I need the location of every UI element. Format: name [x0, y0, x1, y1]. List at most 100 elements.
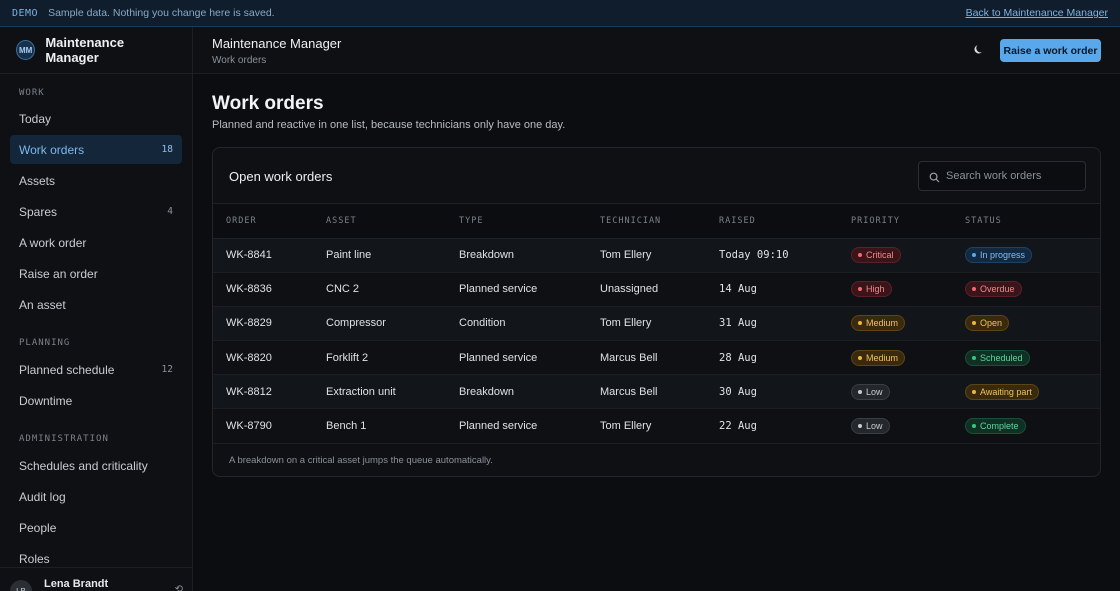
asset-cell: Paint line: [313, 238, 446, 273]
column-header-technician[interactable]: TECHNICIAN: [587, 204, 706, 239]
table-row[interactable]: WK-8836 CNC 2 Planned service Unassigned…: [213, 272, 1100, 307]
priority-cell: Medium: [838, 340, 952, 376]
sidebar-item-a-work-order[interactable]: A work order: [10, 228, 182, 257]
status-label: Awaiting part: [980, 386, 1032, 397]
type-cell: Breakdown: [446, 238, 587, 273]
table-header-row: ORDER ASSET TYPE TECHNICIAN RAISED PRIOR…: [213, 204, 1100, 239]
brand[interactable]: MM Maintenance Manager: [0, 27, 192, 74]
status-dot: [972, 389, 976, 394]
order-id[interactable]: WK-8841: [213, 238, 313, 273]
status-badge: In progress: [965, 247, 1033, 264]
priority-cell: High: [838, 272, 952, 307]
sidebar-item-an-asset[interactable]: An asset: [10, 290, 182, 319]
type-cell: Breakdown: [446, 374, 587, 410]
table-row[interactable]: WK-8820 Forklift 2 Planned service Marcu…: [213, 340, 1100, 376]
order-id[interactable]: WK-8836: [213, 272, 313, 307]
status-dot: [972, 321, 976, 326]
search-box[interactable]: [918, 161, 1086, 191]
sidebar-item-planned-schedule[interactable]: Planned schedule 12: [10, 355, 182, 384]
status-cell: Complete: [952, 408, 1100, 444]
order-id[interactable]: WK-8829: [213, 306, 313, 342]
priority-label: Low: [866, 421, 883, 432]
sidebar-item-today[interactable]: Today: [10, 104, 182, 133]
status-cell: Overdue: [952, 272, 1100, 307]
sidebar-item-audit-log[interactable]: Audit log: [10, 482, 182, 511]
sidebar-item-work-orders[interactable]: Work orders 18: [10, 135, 182, 164]
sidebar-item-label: A work order: [19, 235, 87, 250]
raise-work-order-button[interactable]: Raise a work order: [1000, 39, 1101, 62]
table-row[interactable]: WK-8829 Compressor Condition Tom Ellery …: [213, 306, 1100, 342]
priority-label: Medium: [866, 352, 899, 363]
sidebar-item-downtime[interactable]: Downtime: [10, 386, 182, 415]
sidebar-item-assets[interactable]: Assets: [10, 166, 182, 195]
top-header: Maintenance Manager Work orders Raise a …: [193, 27, 1120, 74]
asset-cell: Compressor: [313, 306, 446, 342]
status-cell: Open: [952, 306, 1100, 342]
column-header-order[interactable]: ORDER: [213, 204, 313, 239]
user-menu[interactable]: LB Lena Brandt ⟲: [0, 567, 192, 591]
sidebar-item-label: Raise an order: [19, 266, 98, 281]
table-row[interactable]: WK-8790 Bench 1 Planned service Tom Elle…: [213, 408, 1100, 444]
priority-dot: [858, 424, 862, 429]
technician-cell: Marcus Bell: [587, 340, 706, 376]
asset-cell: CNC 2: [313, 272, 446, 307]
raised-cell: 28 Aug: [706, 340, 838, 376]
sidebar-item-spares[interactable]: Spares 4: [10, 197, 182, 226]
sidebar-item-label: Schedules and criticality: [19, 458, 148, 473]
priority-label: Critical: [866, 250, 894, 261]
main-content: Work orders Planned and reactive in one …: [212, 74, 1102, 477]
priority-badge: Low: [851, 418, 890, 435]
sidebar-item-label: People: [19, 520, 57, 535]
search-icon: [929, 171, 940, 182]
sidebar-item-count: 4: [167, 206, 173, 217]
status-dot: [972, 355, 976, 360]
raised-cell: 22 Aug: [706, 408, 838, 444]
sidebar-item-label: Spares: [19, 204, 58, 219]
sidebar-item-label: Planned schedule: [19, 362, 115, 377]
table-row[interactable]: WK-8812 Extraction unit Breakdown Marcus…: [213, 374, 1100, 410]
status-dot: [972, 253, 976, 258]
technician-cell: Tom Ellery: [587, 408, 706, 444]
order-id[interactable]: WK-8812: [213, 374, 313, 410]
brand-logo: MM: [16, 40, 36, 60]
card-title: Open work orders: [229, 169, 333, 184]
nav-section-planning: PLANNING: [19, 338, 71, 348]
order-id[interactable]: WK-8820: [213, 340, 313, 376]
column-header-status[interactable]: STATUS: [952, 204, 1100, 239]
sidebar-item-label: Assets: [19, 173, 56, 188]
raised-cell: 14 Aug: [706, 272, 838, 307]
asset-cell: Extraction unit: [313, 374, 446, 410]
work-orders-table: ORDER ASSET TYPE TECHNICIAN RAISED PRIOR…: [213, 204, 1100, 444]
table-row[interactable]: WK-8841 Paint line Breakdown Tom Ellery …: [213, 238, 1100, 273]
nav-section-work: WORK: [19, 88, 45, 98]
type-cell: Condition: [446, 306, 587, 342]
priority-dot: [858, 321, 862, 326]
type-cell: Planned service: [446, 340, 587, 376]
priority-badge: Medium: [851, 315, 906, 332]
moon-icon[interactable]: [973, 43, 985, 55]
technician-cell: Marcus Bell: [587, 374, 706, 410]
sidebar-item-schedules-and-criticality[interactable]: Schedules and criticality: [10, 451, 182, 480]
breadcrumb: Work orders: [212, 55, 267, 66]
demo-message: Sample data. Nothing you change here is …: [48, 7, 275, 19]
column-header-raised[interactable]: RAISED: [706, 204, 838, 239]
sidebar-item-count: 12: [161, 364, 173, 375]
column-header-type[interactable]: TYPE: [446, 204, 587, 239]
status-label: In progress: [980, 250, 1026, 261]
priority-badge: High: [851, 281, 892, 298]
order-id[interactable]: WK-8790: [213, 408, 313, 444]
status-badge: Awaiting part: [965, 383, 1039, 400]
raised-cell: 30 Aug: [706, 374, 838, 410]
column-header-priority[interactable]: PRIORITY: [838, 204, 952, 239]
raised-cell: 31 Aug: [706, 306, 838, 342]
column-header-asset[interactable]: ASSET: [313, 204, 446, 239]
sidebar-item-people[interactable]: People: [10, 513, 182, 542]
sidebar-item-raise-an-order[interactable]: Raise an order: [10, 259, 182, 288]
priority-cell: Low: [838, 408, 952, 444]
back-to-app-link[interactable]: Back to Maintenance Manager: [966, 7, 1108, 19]
search-input[interactable]: [946, 170, 1076, 182]
status-cell: Awaiting part: [952, 374, 1100, 410]
user-menu-icon[interactable]: ⟲: [175, 584, 183, 591]
page-title: Work orders: [212, 93, 324, 114]
card-header: Open work orders: [213, 148, 1100, 204]
